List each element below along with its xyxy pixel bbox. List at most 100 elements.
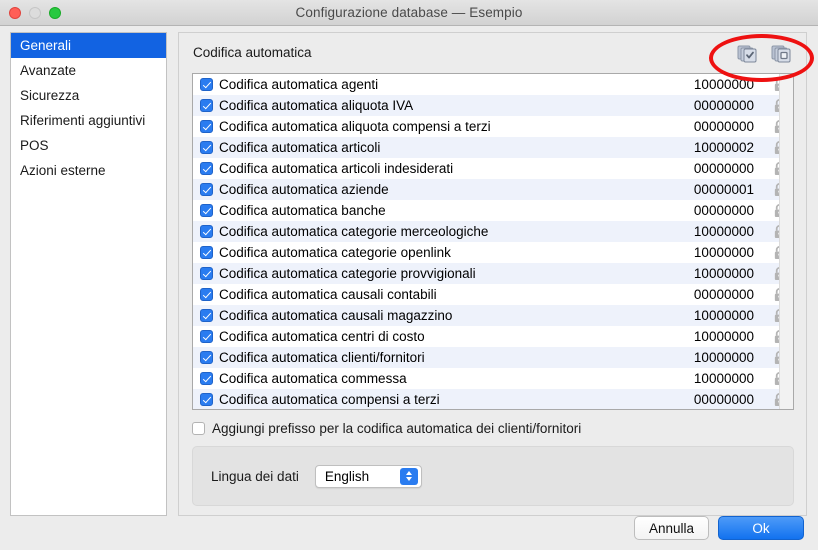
table-row[interactable]: Codifica automatica causali contabili000… [193, 284, 793, 305]
row-label: Codifica automatica categorie provvigion… [219, 266, 654, 281]
row-value: 00000000 [654, 287, 766, 302]
sidebar-item-label: Riferimenti aggiuntivi [20, 113, 145, 128]
table-row[interactable]: Codifica automatica compensi a terzi0000… [193, 389, 793, 410]
language-selected-value: English [325, 469, 369, 484]
row-value: 10000000 [654, 350, 766, 365]
row-label: Codifica automatica causali contabili [219, 287, 654, 302]
sidebar-item-avanzate[interactable]: Avanzate [11, 58, 166, 83]
table-row[interactable]: Codifica automatica articoli10000002 [193, 137, 793, 158]
row-checkbox[interactable] [200, 162, 213, 175]
table-row[interactable]: Codifica automatica articoli indesiderat… [193, 158, 793, 179]
prefix-checkbox-label: Aggiungi prefisso per la codifica automa… [212, 421, 581, 436]
language-select[interactable]: English [315, 465, 422, 488]
prefix-checkbox-row[interactable]: Aggiungi prefisso per la codifica automa… [192, 421, 581, 436]
row-label: Codifica automatica articoli [219, 140, 654, 155]
panel-header: Codifica automatica [179, 33, 806, 69]
panel-header-icons [737, 43, 793, 63]
row-label: Codifica automatica clienti/fornitori [219, 350, 654, 365]
table-row[interactable]: Codifica automatica clienti/fornitori100… [193, 347, 793, 368]
sidebar-item-label: Azioni esterne [20, 163, 106, 178]
row-checkbox[interactable] [200, 267, 213, 280]
row-value: 00000000 [654, 392, 766, 407]
row-checkbox[interactable] [200, 288, 213, 301]
row-value: 10000000 [654, 266, 766, 281]
title-bar: Configurazione database — Esempio [0, 0, 818, 26]
deselect-all-stack-icon[interactable] [771, 43, 793, 63]
codifica-automatica-list[interactable]: Codifica automatica agenti10000000Codifi… [192, 73, 794, 410]
row-label: Codifica automatica centri di costo [219, 329, 654, 344]
table-row[interactable]: Codifica automatica causali magazzino100… [193, 305, 793, 326]
row-label: Codifica automatica aziende [219, 182, 654, 197]
row-checkbox[interactable] [200, 309, 213, 322]
chevron-down-icon [406, 477, 412, 481]
sidebar-item-label: Avanzate [20, 63, 76, 78]
row-checkbox[interactable] [200, 393, 213, 406]
row-label: Codifica automatica banche [219, 203, 654, 218]
table-row[interactable]: Codifica automatica categorie provvigion… [193, 263, 793, 284]
row-checkbox[interactable] [200, 183, 213, 196]
chevron-updown-icon[interactable] [400, 468, 418, 485]
panel-caption: Codifica automatica [193, 45, 312, 60]
language-label: Lingua dei dati [211, 469, 299, 484]
row-label: Codifica automatica commessa [219, 371, 654, 386]
row-label: Codifica automatica categorie openlink [219, 245, 654, 260]
row-value: 00000000 [654, 119, 766, 134]
row-value: 10000002 [654, 140, 766, 155]
table-row[interactable]: Codifica automatica categorie merceologi… [193, 221, 793, 242]
sidebar-item-azioni-esterne[interactable]: Azioni esterne [11, 158, 166, 183]
row-checkbox[interactable] [200, 330, 213, 343]
row-checkbox[interactable] [200, 204, 213, 217]
sidebar-item-sicurezza[interactable]: Sicurezza [11, 83, 166, 108]
table-row[interactable]: Codifica automatica centri di costo10000… [193, 326, 793, 347]
row-checkbox[interactable] [200, 120, 213, 133]
row-value: 10000000 [654, 371, 766, 386]
language-group: Lingua dei dati English [192, 446, 794, 506]
window-title: Configurazione database — Esempio [0, 5, 818, 20]
row-checkbox[interactable] [200, 246, 213, 259]
row-checkbox[interactable] [200, 351, 213, 364]
row-checkbox[interactable] [200, 372, 213, 385]
sidebar-item-riferimenti-aggiuntivi[interactable]: Riferimenti aggiuntivi [11, 108, 166, 133]
row-label: Codifica automatica aliquota compensi a … [219, 119, 654, 134]
sidebar-item-generali[interactable]: Generali [11, 33, 166, 58]
row-checkbox[interactable] [200, 141, 213, 154]
row-label: Codifica automatica categorie merceologi… [219, 224, 654, 239]
select-all-stack-icon[interactable] [737, 43, 759, 63]
row-label: Codifica automatica compensi a terzi [219, 392, 654, 407]
row-label: Codifica automatica agenti [219, 77, 654, 92]
row-label: Codifica automatica causali magazzino [219, 308, 654, 323]
dialog-window: Configurazione database — Esempio Genera… [0, 0, 818, 550]
table-row[interactable]: Codifica automatica agenti10000000 [193, 74, 793, 95]
sidebar-item-label: Generali [20, 38, 71, 53]
row-value: 00000000 [654, 161, 766, 176]
settings-panel: Codifica automatica [178, 32, 807, 516]
list-scrollbar[interactable] [779, 74, 793, 409]
chevron-up-icon [406, 471, 412, 475]
table-row[interactable]: Codifica automatica aliquota compensi a … [193, 116, 793, 137]
row-checkbox[interactable] [200, 99, 213, 112]
row-value: 00000001 [654, 182, 766, 197]
prefix-checkbox[interactable] [192, 422, 205, 435]
cancel-button[interactable]: Annulla [634, 516, 709, 540]
ok-button[interactable]: Ok [718, 516, 804, 540]
table-row[interactable]: Codifica automatica aliquota IVA00000000 [193, 95, 793, 116]
table-row[interactable]: Codifica automatica aziende00000001 [193, 179, 793, 200]
row-checkbox[interactable] [200, 78, 213, 91]
sidebar-item-label: Sicurezza [20, 88, 79, 103]
table-row[interactable]: Codifica automatica commessa10000000 [193, 368, 793, 389]
row-checkbox[interactable] [200, 225, 213, 238]
row-value: 10000000 [654, 308, 766, 323]
row-value: 10000000 [654, 77, 766, 92]
dialog-body: Generali Avanzate Sicurezza Riferimenti agg… [0, 26, 818, 550]
table-row[interactable]: Codifica automatica banche00000000 [193, 200, 793, 221]
sidebar: Generali Avanzate Sicurezza Riferimenti agg… [10, 32, 167, 516]
row-label: Codifica automatica aliquota IVA [219, 98, 654, 113]
table-row[interactable]: Codifica automatica categorie openlink10… [193, 242, 793, 263]
row-value: 10000000 [654, 224, 766, 239]
row-value: 00000000 [654, 98, 766, 113]
row-value: 10000000 [654, 329, 766, 344]
sidebar-item-pos[interactable]: POS [11, 133, 166, 158]
dialog-footer: Annulla Ok [634, 516, 804, 540]
sidebar-item-label: POS [20, 138, 49, 153]
row-value: 00000000 [654, 203, 766, 218]
